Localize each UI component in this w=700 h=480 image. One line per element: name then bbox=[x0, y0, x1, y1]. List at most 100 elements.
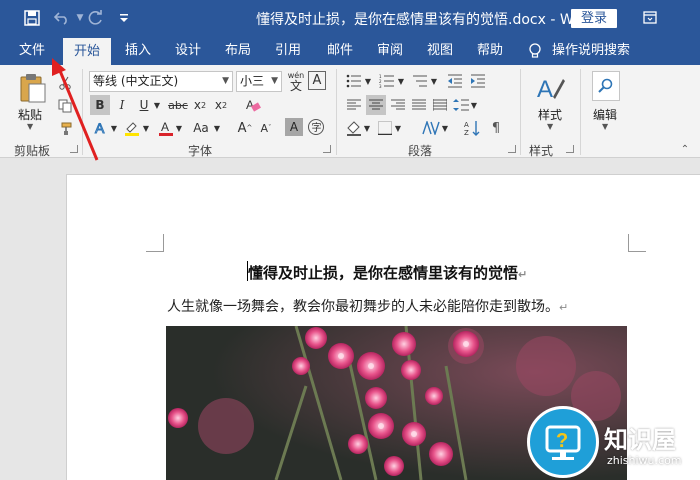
shading-dropdown-icon[interactable]: ▼ bbox=[363, 118, 371, 138]
character-shading-icon[interactable]: A bbox=[285, 118, 303, 136]
paragraph-mark: ↵ bbox=[518, 268, 528, 281]
italic-button[interactable]: I bbox=[113, 95, 131, 115]
tab-home[interactable]: 开始 bbox=[63, 38, 111, 65]
svg-text:A: A bbox=[464, 121, 469, 129]
paragraph-launcher-icon[interactable] bbox=[508, 145, 516, 153]
save-icon[interactable] bbox=[22, 8, 42, 28]
show-hide-marks-icon[interactable]: ¶ bbox=[486, 118, 506, 138]
change-case-dropdown-icon[interactable]: ▼ bbox=[212, 118, 222, 138]
borders-icon[interactable] bbox=[375, 118, 395, 138]
paste-icon[interactable] bbox=[14, 71, 50, 105]
paste-dropdown-icon[interactable]: ▼ bbox=[27, 122, 33, 131]
editing-dropdown-icon[interactable]: ▼ bbox=[602, 122, 608, 131]
styles-gallery-icon[interactable]: A bbox=[532, 71, 568, 105]
watermark-logo-icon: ? bbox=[527, 406, 599, 478]
strikethrough-button[interactable]: abc bbox=[167, 95, 189, 115]
bullets-icon[interactable] bbox=[343, 71, 365, 91]
paste-label[interactable]: 粘贴 bbox=[18, 106, 42, 123]
font-name-select[interactable]: 等线 (中文正文) ▼ bbox=[89, 71, 233, 92]
multilevel-dropdown-icon[interactable]: ▼ bbox=[430, 71, 438, 91]
line-spacing-icon[interactable] bbox=[452, 95, 470, 115]
font-color-dropdown-icon[interactable]: ▼ bbox=[174, 118, 184, 138]
chevron-down-icon: ▼ bbox=[271, 76, 278, 86]
superscript-button[interactable]: x2 bbox=[212, 95, 230, 115]
collapse-ribbon-icon[interactable]: ⌃ bbox=[678, 139, 692, 159]
ribbon-home: 粘贴 ▼ 剪贴板 等线 (中文正文) ▼ 小三 ▼ wén 文 A B I U ▼ … bbox=[0, 65, 700, 158]
tab-help[interactable]: 帮助 bbox=[468, 36, 512, 65]
svg-text:A: A bbox=[161, 120, 169, 134]
separator bbox=[520, 69, 521, 155]
numbering-dropdown-icon[interactable]: ▼ bbox=[397, 71, 405, 91]
styles-group-label: 样式 bbox=[529, 144, 554, 158]
redo-icon[interactable] bbox=[86, 8, 106, 28]
grow-font-icon[interactable]: A ^ bbox=[236, 118, 254, 138]
document-title-text[interactable]: 懂得及时止损，是你在感情里该有的觉悟↵ bbox=[248, 262, 527, 283]
styles-dropdown-icon[interactable]: ▼ bbox=[547, 122, 553, 131]
tab-view[interactable]: 视图 bbox=[418, 36, 462, 65]
align-left-icon[interactable] bbox=[345, 95, 363, 115]
tab-layout[interactable]: 布局 bbox=[216, 36, 260, 65]
svg-text:Z: Z bbox=[464, 129, 469, 136]
font-size-value: 小三 bbox=[240, 74, 265, 88]
format-painter-icon[interactable] bbox=[56, 119, 74, 139]
styles-label[interactable]: 样式 bbox=[538, 106, 562, 123]
text-effects-icon[interactable]: A bbox=[92, 118, 110, 138]
clipboard-launcher-icon[interactable] bbox=[70, 145, 78, 153]
tab-insert[interactable]: 插入 bbox=[116, 36, 160, 65]
font-color-icon[interactable]: A bbox=[157, 118, 175, 138]
align-right-icon[interactable] bbox=[389, 95, 407, 115]
find-icon[interactable] bbox=[592, 71, 620, 101]
svg-text:?: ? bbox=[556, 430, 568, 452]
ribbon-display-options-icon[interactable] bbox=[640, 8, 660, 28]
paragraph-mark: ↵ bbox=[559, 301, 569, 314]
tab-mailings[interactable]: 邮件 bbox=[318, 36, 362, 65]
multilevel-list-icon[interactable] bbox=[409, 71, 431, 91]
sort-icon[interactable]: AZ bbox=[462, 118, 482, 138]
shrink-font-icon[interactable]: Aˇ bbox=[257, 118, 275, 138]
distributed-icon[interactable] bbox=[431, 95, 449, 115]
undo-icon[interactable] bbox=[52, 8, 72, 28]
font-launcher-icon[interactable] bbox=[323, 145, 331, 153]
tab-file[interactable]: 文件 bbox=[10, 36, 54, 65]
font-size-select[interactable]: 小三 ▼ bbox=[236, 71, 282, 92]
align-center-icon[interactable] bbox=[366, 95, 386, 115]
highlight-icon[interactable] bbox=[122, 118, 142, 138]
customize-qat-icon[interactable] bbox=[114, 8, 134, 28]
tab-references[interactable]: 引用 bbox=[266, 36, 310, 65]
bold-button[interactable]: B bbox=[90, 95, 110, 115]
numbering-icon[interactable]: 123 bbox=[376, 71, 398, 91]
styles-launcher-icon[interactable] bbox=[566, 145, 574, 153]
bullets-dropdown-icon[interactable]: ▼ bbox=[364, 71, 372, 91]
document-body-text[interactable]: 人生就像一场舞会，教会你最初舞步的人未必能陪你走到散场。↵ bbox=[167, 296, 568, 316]
change-case-button[interactable]: Aa bbox=[189, 118, 213, 138]
cut-icon[interactable] bbox=[56, 73, 74, 93]
highlight-dropdown-icon[interactable]: ▼ bbox=[141, 118, 151, 138]
underline-dropdown-icon[interactable]: ▼ bbox=[152, 95, 162, 115]
tab-design[interactable]: 设计 bbox=[166, 36, 210, 65]
svg-text:字: 字 bbox=[312, 121, 322, 134]
text-effects-dropdown-icon[interactable]: ▼ bbox=[109, 118, 119, 138]
margin-corner-mark bbox=[628, 234, 646, 252]
ribbon-tabs: 文件 开始 插入 设计 布局 引用 邮件 审阅 视图 帮助 操作说明搜索 bbox=[0, 36, 700, 65]
tell-me-search[interactable]: 操作说明搜索 bbox=[552, 36, 634, 65]
tab-review[interactable]: 审阅 bbox=[368, 36, 412, 65]
enclose-characters-icon[interactable]: 字 bbox=[306, 117, 326, 137]
svg-text:A: A bbox=[537, 76, 553, 103]
line-spacing-dropdown-icon[interactable]: ▼ bbox=[470, 95, 478, 115]
clear-formatting-icon[interactable]: A bbox=[243, 95, 263, 115]
decrease-indent-icon[interactable] bbox=[445, 71, 465, 91]
separator bbox=[336, 69, 337, 155]
underline-button[interactable]: U bbox=[135, 95, 153, 115]
borders-dropdown-icon[interactable]: ▼ bbox=[394, 118, 402, 138]
phonetic-guide-button[interactable]: wén 文 bbox=[286, 69, 306, 93]
increase-indent-icon[interactable] bbox=[468, 71, 488, 91]
copy-icon[interactable] bbox=[56, 96, 74, 116]
subscript-button[interactable]: x2 bbox=[191, 95, 209, 115]
shading-icon[interactable] bbox=[344, 118, 364, 138]
editing-label[interactable]: 编辑 bbox=[593, 106, 617, 123]
justify-icon[interactable] bbox=[410, 95, 428, 115]
chinese-layout-icon[interactable] bbox=[420, 118, 442, 138]
chinese-layout-dropdown-icon[interactable]: ▼ bbox=[441, 118, 449, 138]
character-border-icon[interactable]: A bbox=[308, 71, 326, 90]
login-button[interactable]: 登录 bbox=[571, 9, 617, 28]
